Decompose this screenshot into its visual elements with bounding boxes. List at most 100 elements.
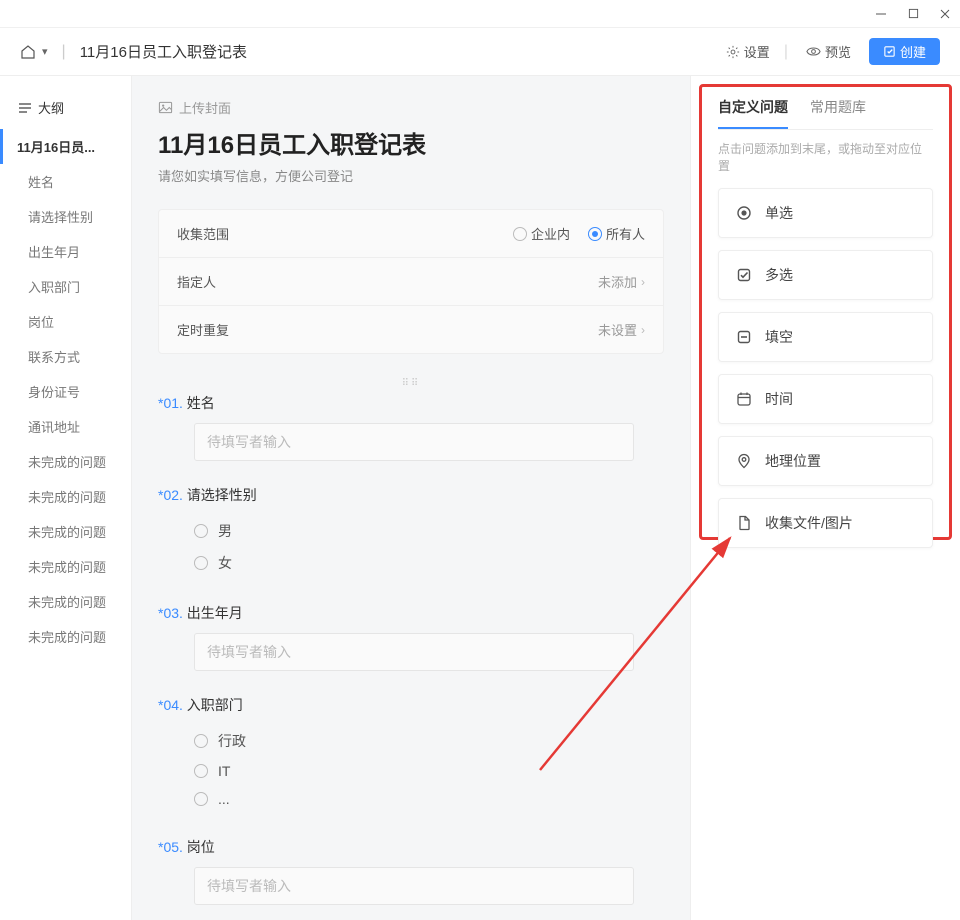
- minimize-button[interactable]: [874, 7, 888, 21]
- outline-item[interactable]: 入职部门: [0, 269, 131, 304]
- form-settings-card: 收集范围 企业内 所有人 指定人 未添加 › 定时重复 未设置 ›: [158, 209, 664, 354]
- radio-icon: [194, 556, 208, 570]
- text-input[interactable]: [194, 867, 634, 905]
- page-title: 11月16日员工入职登记表: [80, 41, 247, 62]
- outline-item[interactable]: 未完成的问题: [0, 444, 131, 479]
- preview-button[interactable]: 预览: [806, 42, 851, 61]
- chevron-down-icon[interactable]: ▾: [42, 45, 48, 58]
- question[interactable]: *05. 岗位: [158, 837, 664, 905]
- form-title[interactable]: 11月16日员工入职登记表: [158, 125, 664, 160]
- calendar-icon: [735, 390, 753, 408]
- home-icon[interactable]: [20, 44, 36, 60]
- outline-item[interactable]: 通讯地址: [0, 409, 131, 444]
- question-type-label: 时间: [765, 389, 793, 409]
- gear-icon: [726, 45, 740, 59]
- question-title: *04. 入职部门: [158, 695, 664, 715]
- outline-heading: 大纲: [0, 98, 131, 117]
- outline-item-active[interactable]: 11月16日员...: [0, 129, 131, 164]
- radio-option[interactable]: IT: [194, 757, 664, 785]
- settings-label: 设置: [744, 42, 770, 61]
- outline-item[interactable]: 未完成的问题: [0, 584, 131, 619]
- scope-row[interactable]: 收集范围 企业内 所有人: [159, 210, 663, 258]
- tab-hint: 点击问题添加到末尾，或拖动至对应位置: [718, 140, 933, 174]
- settings-button[interactable]: 设置: [726, 42, 770, 61]
- question-type-tabs: 自定义问题 常用题库: [718, 97, 933, 130]
- tab-library[interactable]: 常用题库: [810, 97, 866, 129]
- radio-checked-icon: [588, 227, 602, 241]
- scope-option-internal[interactable]: 企业内: [513, 224, 570, 243]
- eye-icon: [806, 44, 821, 59]
- image-icon: [158, 100, 173, 115]
- drag-handle-icon[interactable]: ⠿⠿: [158, 378, 664, 389]
- header-bar: ▾ | 11月16日员工入职登记表 设置 | 预览 创建: [0, 28, 960, 76]
- assignee-value: 未添加: [598, 272, 637, 291]
- question-type-text-field[interactable]: 填空: [718, 312, 933, 362]
- radio-icon: [513, 227, 527, 241]
- question-title: *05. 岗位: [158, 837, 664, 857]
- radio-icon: [735, 204, 753, 222]
- question-type-radio[interactable]: 单选: [718, 188, 933, 238]
- outline-item[interactable]: 请选择性别: [0, 199, 131, 234]
- question-type-location[interactable]: 地理位置: [718, 436, 933, 486]
- question-type-label: 收集文件/图片: [765, 513, 853, 533]
- question-type-label: 地理位置: [765, 451, 821, 471]
- question-type-checkbox[interactable]: 多选: [718, 250, 933, 300]
- question-type-panel: 自定义问题 常用题库 点击问题添加到末尾，或拖动至对应位置 单选多选填空时间地理…: [690, 76, 960, 920]
- question[interactable]: *02. 请选择性别男女: [158, 485, 664, 579]
- checkbox-icon: [735, 266, 753, 284]
- repeat-row[interactable]: 定时重复 未设置 ›: [159, 306, 663, 353]
- scope-option-all[interactable]: 所有人: [588, 224, 645, 243]
- maximize-button[interactable]: [906, 7, 920, 21]
- outline-item[interactable]: 未完成的问题: [0, 479, 131, 514]
- breadcrumb[interactable]: ▾ | 11月16日员工入职登记表: [20, 41, 247, 62]
- assignee-row[interactable]: 指定人 未添加 ›: [159, 258, 663, 306]
- outline-item[interactable]: 未完成的问题: [0, 549, 131, 584]
- outline-item[interactable]: 岗位: [0, 304, 131, 339]
- outline-panel: 大纲 11月16日员... 姓名请选择性别出生年月入职部门岗位联系方式身份证号通…: [0, 76, 132, 920]
- create-label: 创建: [900, 42, 926, 61]
- radio-icon: [194, 764, 208, 778]
- outline-item[interactable]: 未完成的问题: [0, 514, 131, 549]
- radio-option[interactable]: 男: [194, 515, 664, 547]
- list-icon: [18, 101, 32, 115]
- question-type-file[interactable]: 收集文件/图片: [718, 498, 933, 548]
- header-divider: |: [784, 43, 788, 61]
- radio-icon: [194, 734, 208, 748]
- assignee-label: 指定人: [177, 272, 216, 291]
- outline-item[interactable]: 姓名: [0, 164, 131, 199]
- radio-option[interactable]: 女: [194, 547, 664, 579]
- text-input[interactable]: [194, 633, 634, 671]
- question[interactable]: *03. 出生年月: [158, 603, 664, 671]
- radio-icon: [194, 524, 208, 538]
- question-type-label: 填空: [765, 327, 793, 347]
- scope-label: 收集范围: [177, 224, 229, 243]
- breadcrumb-separator: |: [62, 43, 66, 61]
- question-type-calendar[interactable]: 时间: [718, 374, 933, 424]
- window-titlebar: [0, 0, 960, 28]
- radio-option[interactable]: 行政: [194, 725, 664, 757]
- close-button[interactable]: [938, 7, 952, 21]
- outline-item[interactable]: 身份证号: [0, 374, 131, 409]
- radio-icon: [194, 792, 208, 806]
- form-subtitle[interactable]: 请您如实填写信息，方便公司登记: [158, 166, 664, 185]
- tab-custom[interactable]: 自定义问题: [718, 97, 788, 129]
- file-icon: [735, 514, 753, 532]
- create-button[interactable]: 创建: [869, 38, 940, 65]
- create-icon: [883, 45, 896, 58]
- outline-item[interactable]: 未完成的问题: [0, 619, 131, 654]
- question-type-label: 单选: [765, 203, 793, 223]
- chevron-right-icon: ›: [641, 275, 645, 289]
- form-editor: 上传封面 11月16日员工入职登记表 请您如实填写信息，方便公司登记 收集范围 …: [132, 76, 690, 920]
- upload-cover-button[interactable]: 上传封面: [158, 98, 664, 117]
- radio-option[interactable]: ...: [194, 785, 664, 813]
- question[interactable]: *01. 姓名: [158, 393, 664, 461]
- text-input[interactable]: [194, 423, 634, 461]
- question[interactable]: *04. 入职部门行政IT...: [158, 695, 664, 813]
- question-title: *03. 出生年月: [158, 603, 664, 623]
- repeat-label: 定时重复: [177, 320, 229, 339]
- outline-item[interactable]: 联系方式: [0, 339, 131, 374]
- preview-label: 预览: [825, 42, 851, 61]
- text-field-icon: [735, 328, 753, 346]
- outline-item[interactable]: 出生年月: [0, 234, 131, 269]
- question-title: *02. 请选择性别: [158, 485, 664, 505]
